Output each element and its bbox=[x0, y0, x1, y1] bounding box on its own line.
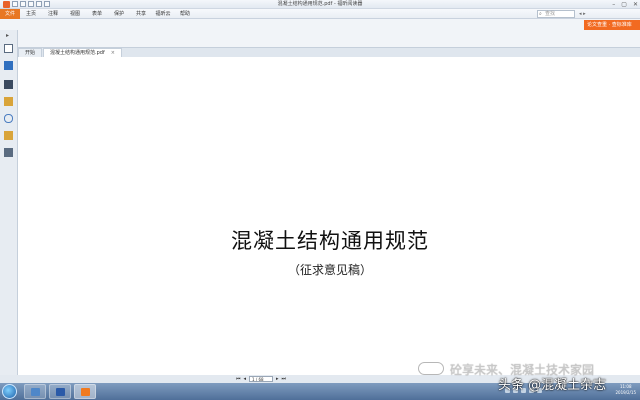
document-tabs: 开始 混凝土结构通用规范.pdf × bbox=[18, 48, 123, 57]
page-thumbnail-icon[interactable] bbox=[4, 44, 13, 53]
menu-bar: 文件 主页 注释 视图 表单 保护 共享 福昕云 帮助 ⌕ 查找 ◂ ▸ bbox=[0, 9, 640, 19]
tab-document[interactable]: 混凝土结构通用规范.pdf × bbox=[43, 48, 122, 57]
tray-icon[interactable] bbox=[513, 388, 518, 393]
search-icon: ⌕ bbox=[539, 11, 542, 17]
menu-protect[interactable]: 保护 bbox=[108, 9, 130, 19]
windows-taskbar: 11:08 2019/2/15 bbox=[0, 383, 640, 400]
menu-form[interactable]: 表单 bbox=[86, 9, 108, 19]
menu-view[interactable]: 视图 bbox=[64, 9, 86, 19]
menu-file[interactable]: 文件 bbox=[0, 9, 20, 19]
prev-page-icon[interactable]: ◂ bbox=[244, 375, 247, 383]
network-icon[interactable] bbox=[529, 388, 534, 393]
document-viewer[interactable]: 混凝土结构通用规范 （征求意见稿） 47% 0k/s 0.4k/s bbox=[18, 57, 640, 400]
clock-date: 2019/2/15 bbox=[615, 390, 636, 395]
title-bar: 混凝土结构通用规范.pdf - 福昕阅读器 – ▢ ✕ bbox=[0, 0, 640, 9]
close-icon[interactable]: ✕ bbox=[633, 1, 638, 8]
menu: 文件 主页 注释 视图 表单 保护 共享 福昕云 帮助 bbox=[0, 9, 196, 19]
signature-icon[interactable] bbox=[4, 148, 13, 157]
pdf-page: 混凝土结构通用规范 （征求意见稿） bbox=[31, 57, 629, 375]
page-navigation: ⏮ ◂ 1 / 68 ▸ ⏭ bbox=[236, 375, 286, 383]
word-icon bbox=[56, 388, 65, 396]
security-icon[interactable] bbox=[4, 131, 13, 140]
tab-start[interactable]: 开始 bbox=[18, 48, 43, 57]
layers-icon[interactable] bbox=[4, 97, 13, 106]
maximize-icon[interactable]: ▢ bbox=[621, 1, 627, 8]
folder-icon bbox=[31, 388, 40, 396]
first-page-icon[interactable]: ⏮ bbox=[236, 375, 241, 383]
attachment-icon[interactable] bbox=[4, 114, 13, 123]
sidebar-collapse-icon[interactable]: ▸ bbox=[6, 32, 9, 39]
tab-start-label: 开始 bbox=[25, 50, 36, 56]
taskbar-app-word[interactable] bbox=[49, 384, 71, 399]
document-subtitle: （征求意见稿） bbox=[287, 263, 372, 277]
search-nav-arrows[interactable]: ◂ ▸ bbox=[579, 10, 586, 18]
menu-help[interactable]: 帮助 bbox=[174, 9, 196, 19]
foxit-icon bbox=[81, 388, 90, 396]
bookmark-icon[interactable] bbox=[4, 61, 13, 70]
minimize-icon[interactable]: – bbox=[612, 1, 615, 8]
volume-icon[interactable] bbox=[537, 388, 542, 393]
pdf-icon[interactable] bbox=[4, 80, 13, 89]
next-page-icon[interactable]: ▸ bbox=[276, 375, 279, 383]
window-title: 混凝土结构通用规范.pdf - 福昕阅读器 bbox=[277, 1, 363, 7]
ribbon-toolbar bbox=[0, 19, 640, 48]
menu-share[interactable]: 共享 bbox=[130, 9, 152, 19]
taskbar-clock[interactable]: 11:08 2019/2/15 bbox=[615, 384, 636, 396]
taskbar-app-explorer[interactable] bbox=[24, 384, 46, 399]
document-title: 混凝土结构通用规范 bbox=[231, 229, 429, 253]
menu-comment[interactable]: 注释 bbox=[42, 9, 64, 19]
status-bar bbox=[0, 375, 640, 383]
tab-document-label: 混凝土结构通用规范.pdf bbox=[50, 50, 105, 56]
pdf-reader-window: 混凝土结构通用规范.pdf - 福昕阅读器 – ▢ ✕ 文件 主页 注释 视图 … bbox=[0, 0, 640, 400]
menu-home[interactable]: 主页 bbox=[20, 9, 42, 19]
promo-button[interactable]: 论文查重 · 查标准库 bbox=[584, 20, 640, 30]
search-input[interactable]: ⌕ 查找 bbox=[537, 10, 575, 18]
page-number-input[interactable]: 1 / 68 bbox=[249, 376, 274, 382]
start-button[interactable] bbox=[2, 384, 17, 399]
left-sidebar: ▸ bbox=[0, 30, 18, 375]
search-placeholder: 查找 bbox=[545, 11, 556, 17]
close-tab-icon[interactable]: × bbox=[111, 50, 115, 56]
tray-icon[interactable] bbox=[505, 388, 510, 393]
system-tray bbox=[505, 388, 542, 393]
last-page-icon[interactable]: ⏭ bbox=[282, 375, 287, 383]
window-controls: – ▢ ✕ bbox=[612, 1, 638, 8]
taskbar-app-foxit[interactable] bbox=[74, 384, 96, 399]
ribbon-area bbox=[26, 25, 546, 41]
menu-cloud[interactable]: 福昕云 bbox=[152, 9, 174, 19]
tray-icon[interactable] bbox=[521, 388, 526, 393]
